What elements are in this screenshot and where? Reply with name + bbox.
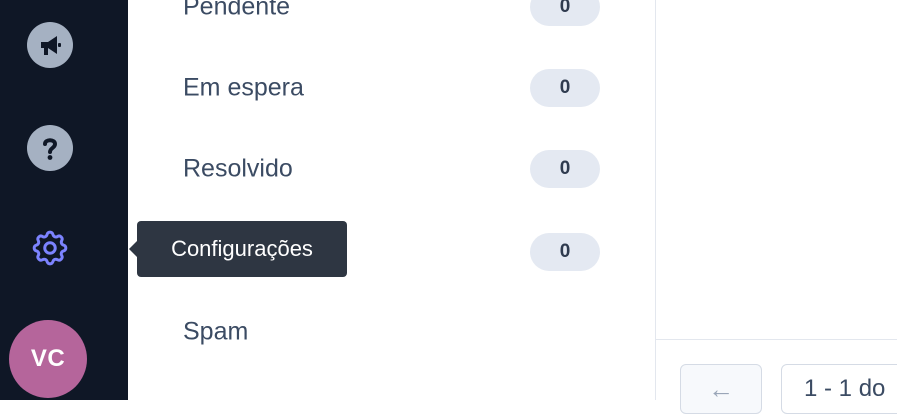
help-button[interactable] (26, 124, 74, 172)
count-badge: 0 (530, 150, 600, 188)
footer-divider (656, 339, 897, 340)
settings-button[interactable] (26, 226, 74, 274)
panel-divider (655, 0, 656, 400)
count-badge: 0 (530, 69, 600, 107)
folder-label: Resolvido (183, 154, 293, 183)
page-range-indicator: 1 - 1 do (781, 364, 897, 414)
previous-page-button[interactable]: ← (680, 364, 762, 414)
folder-list: Pendente 0 Em espera 0 Resolvido 0 0 Spa… (128, 0, 655, 400)
folder-item-spam[interactable]: Spam (128, 302, 655, 362)
icon-sidebar: VC (0, 0, 128, 400)
avatar-initials: VC (30, 345, 66, 372)
avatar[interactable]: VC (9, 320, 87, 398)
folder-label: Spam (183, 317, 249, 346)
count-badge: 0 (530, 233, 600, 271)
folder-item-pendente[interactable]: Pendente 0 (128, 0, 655, 37)
megaphone-icon (27, 22, 73, 68)
folder-item-resolvido[interactable]: Resolvido 0 (128, 139, 655, 199)
count-badge: 0 (530, 0, 600, 26)
folder-label: Em espera (183, 73, 304, 102)
folder-item-em-espera[interactable]: Em espera 0 (128, 58, 655, 118)
help-icon (27, 125, 73, 171)
folder-label: Pendente (183, 0, 291, 21)
settings-tooltip: Configurações (129, 221, 347, 277)
page-range-text: 1 - 1 do (804, 375, 886, 402)
gear-icon (29, 227, 71, 274)
announcements-button[interactable] (26, 21, 74, 69)
